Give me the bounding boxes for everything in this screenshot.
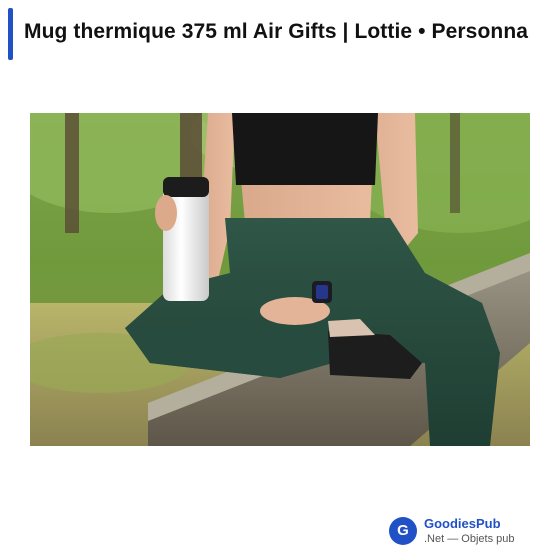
page-title: Mug thermique 375 ml Air Gifts | Lottie … <box>24 20 529 43</box>
brand-badge[interactable]: G GoodiesPub .Net — Objets pub <box>389 516 549 548</box>
page: Mug thermique 375 ml Air Gifts | Lottie … <box>0 0 560 560</box>
product-image <box>30 113 530 446</box>
title-accent-rule <box>8 8 13 60</box>
brand-logo-icon: G <box>389 517 417 545</box>
title-bar: Mug thermique 375 ml Air Gifts | Lottie … <box>0 8 560 60</box>
brand-tagline: .Net — Objets pub <box>424 533 515 545</box>
brand-name: GoodiesPub <box>424 516 501 531</box>
product-photo <box>30 113 530 446</box>
